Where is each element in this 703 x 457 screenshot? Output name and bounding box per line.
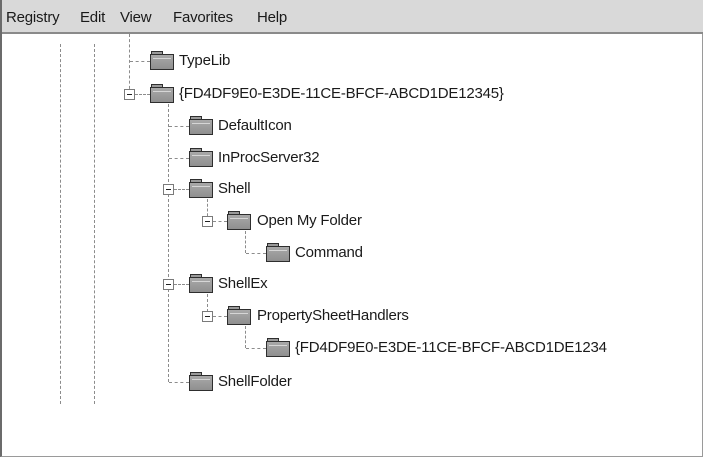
tree-guide-line [245, 326, 246, 348]
menu-registry[interactable]: Registry [6, 9, 60, 26]
tree-node-inprocserver32[interactable]: InProcServer32 [218, 149, 320, 166]
menu-help[interactable]: Help [257, 9, 287, 26]
folder-icon [189, 372, 213, 391]
tree-guide-line [245, 231, 246, 253]
menu-view[interactable]: View [120, 9, 152, 26]
tree-node-open-my-folder[interactable]: Open My Folder [257, 212, 362, 229]
tree-branch-line [169, 126, 189, 127]
tree-branch-line [169, 382, 189, 383]
minus-box-icon[interactable] [202, 311, 213, 322]
folder-icon [266, 243, 290, 262]
tree-branch-line [174, 284, 189, 285]
folder-icon [150, 84, 174, 103]
tree-node-defaulticon[interactable]: DefaultIcon [218, 117, 292, 134]
tree-branch-line [213, 221, 227, 222]
folder-icon [150, 51, 174, 70]
folder-icon [189, 148, 213, 167]
tree-branch-line [130, 61, 150, 62]
tree-branch-line [246, 253, 266, 254]
tree-guide-line [129, 34, 130, 94]
folder-icon [189, 179, 213, 198]
tree-branch-line [174, 189, 189, 190]
minus-box-icon[interactable] [163, 184, 174, 195]
folder-icon [189, 116, 213, 135]
tree-node-command[interactable]: Command [295, 244, 363, 261]
menu-bar: Registry Edit View Favorites Help [2, 0, 703, 34]
tree-branch-line [246, 348, 266, 349]
tree-guide-line [60, 44, 61, 404]
minus-box-icon[interactable] [202, 216, 213, 227]
tree-node-clsid-handler[interactable]: {FD4DF9E0-E3DE-11CE-BFCF-ABCD1DE1234 [295, 339, 607, 356]
tree-node-shellex[interactable]: ShellEx [218, 275, 268, 292]
folder-icon [227, 306, 251, 325]
minus-box-icon[interactable] [163, 279, 174, 290]
tree-node-shell[interactable]: Shell [218, 180, 251, 197]
tree-branch-line [135, 94, 150, 95]
folder-icon [227, 211, 251, 230]
tree-guide-line [94, 44, 95, 404]
tree-branch-line [213, 316, 227, 317]
folder-icon [266, 338, 290, 357]
minus-box-icon[interactable] [124, 89, 135, 100]
tree-node-shellfolder[interactable]: ShellFolder [218, 373, 292, 390]
tree-branch-line [169, 158, 189, 159]
menu-edit[interactable]: Edit [80, 9, 105, 26]
tree-node-typelib[interactable]: TypeLib [179, 52, 230, 69]
tree-guide-line [168, 104, 169, 382]
folder-icon [189, 274, 213, 293]
tree-node-propertysheethandlers[interactable]: PropertySheetHandlers [257, 307, 409, 324]
tree-node-clsid-root[interactable]: {FD4DF9E0-E3DE-11CE-BFCF-ABCD1DE12345} [179, 85, 504, 102]
tree-guide-line [207, 294, 208, 312]
menu-favorites[interactable]: Favorites [173, 9, 233, 26]
registry-editor-window: Registry Edit View Favorites Help TypeLi… [0, 0, 703, 457]
registry-tree: TypeLib {FD4DF9E0-E3DE-11CE-BFCF-ABCD1DE… [2, 34, 703, 457]
